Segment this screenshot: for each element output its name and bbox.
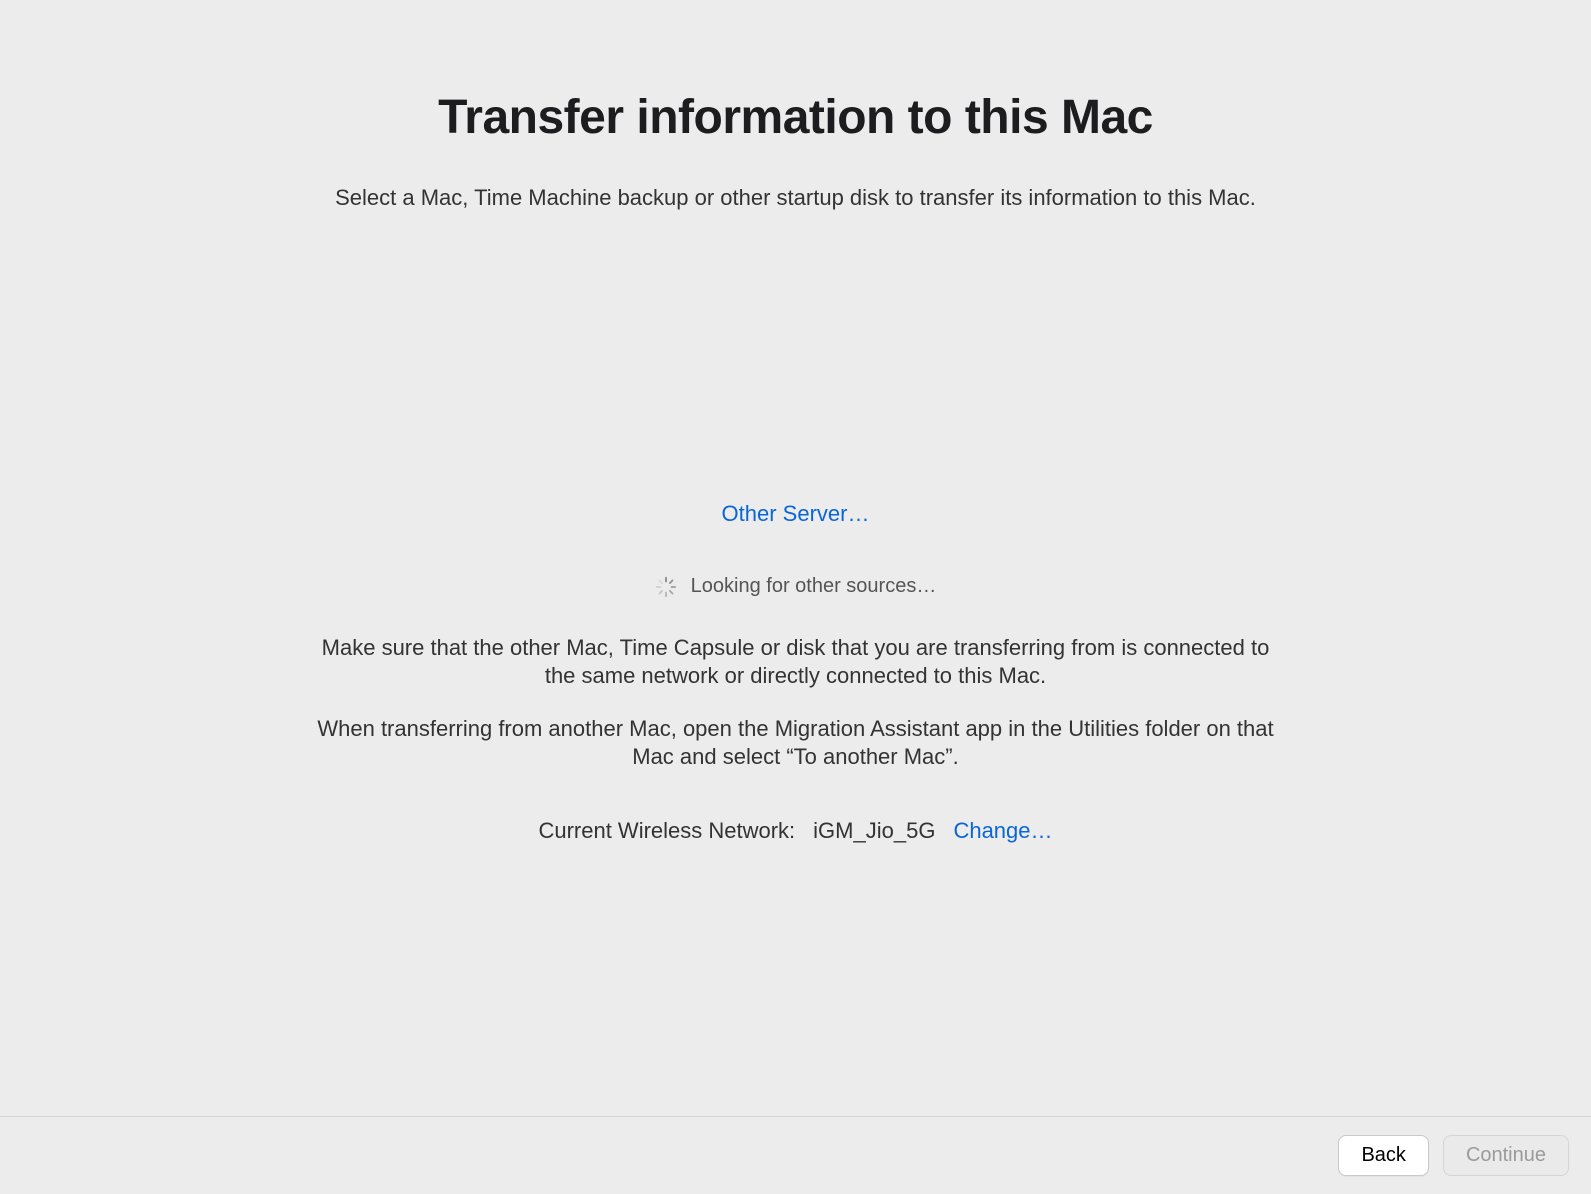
change-network-link[interactable]: Change… bbox=[953, 818, 1052, 844]
other-server-link[interactable]: Other Server… bbox=[722, 501, 870, 527]
page-subtitle: Select a Mac, Time Machine backup or oth… bbox=[335, 185, 1256, 211]
network-label: Current Wireless Network: bbox=[538, 818, 795, 844]
network-row: Current Wireless Network: iGM_Jio_5G Cha… bbox=[538, 818, 1052, 844]
status-text: Looking for other sources… bbox=[691, 575, 937, 598]
spinner-icon bbox=[655, 576, 677, 598]
continue-button: Continue bbox=[1443, 1135, 1569, 1176]
help-paragraph-2: When transferring from another Mac, open… bbox=[316, 715, 1276, 770]
help-paragraph-1: Make sure that the other Mac, Time Capsu… bbox=[316, 634, 1276, 689]
back-button[interactable]: Back bbox=[1338, 1135, 1428, 1176]
page-title: Transfer information to this Mac bbox=[438, 90, 1153, 145]
help-text: Make sure that the other Mac, Time Capsu… bbox=[316, 634, 1276, 796]
network-value: iGM_Jio_5G bbox=[813, 818, 935, 844]
footer-bar: Back Continue bbox=[0, 1116, 1591, 1194]
main-content: Transfer information to this Mac Select … bbox=[0, 0, 1591, 1116]
status-row: Looking for other sources… bbox=[655, 575, 937, 598]
